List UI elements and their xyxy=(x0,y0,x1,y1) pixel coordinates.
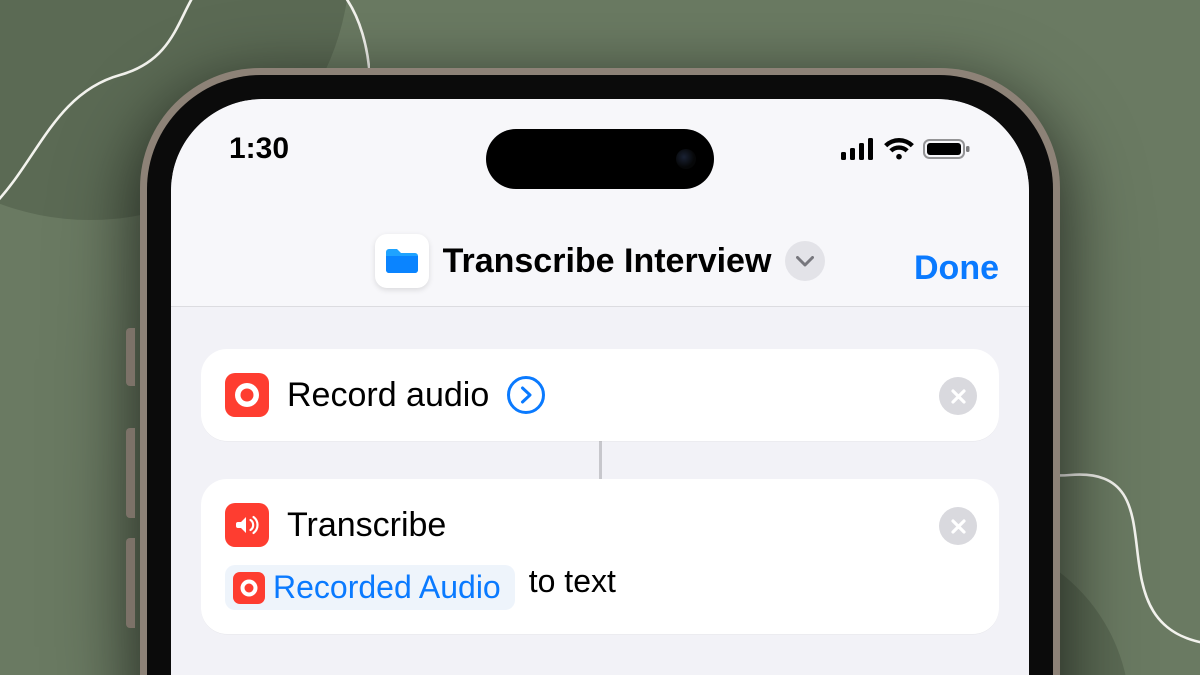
side-button xyxy=(126,328,135,386)
cellular-icon xyxy=(841,138,875,160)
delete-action-button[interactable] xyxy=(939,377,977,415)
variable-label: Recorded Audio xyxy=(273,569,501,606)
action-card-record-audio[interactable]: Record audio xyxy=(201,349,999,441)
wifi-icon xyxy=(884,138,914,160)
shortcut-title[interactable]: Transcribe Interview xyxy=(443,242,772,281)
done-button[interactable]: Done xyxy=(887,249,999,288)
status-time: 1:30 xyxy=(229,132,289,166)
phone-frame: 1:30 Transcribe Interview xyxy=(140,68,1060,675)
actions-list: Record audio Transcr xyxy=(171,311,1029,634)
title-menu-button[interactable] xyxy=(785,241,825,281)
side-button xyxy=(126,428,135,518)
phone-screen: 1:30 Transcribe Interview xyxy=(171,99,1029,675)
delete-action-button[interactable] xyxy=(939,507,977,545)
variable-chip-recorded-audio[interactable]: Recorded Audio xyxy=(225,565,515,610)
side-button xyxy=(126,538,135,628)
dynamic-island xyxy=(486,129,714,189)
folder-icon xyxy=(384,246,420,276)
action-disclosure-button[interactable] xyxy=(507,376,545,414)
battery-icon xyxy=(923,138,971,160)
chevron-right-icon xyxy=(520,386,533,404)
action-title: Transcribe xyxy=(287,506,446,545)
action-suffix-text: to text xyxy=(529,563,616,600)
close-icon xyxy=(951,519,966,534)
action-card-transcribe[interactable]: Transcribe Recorded Audio to text xyxy=(201,479,999,634)
action-connector xyxy=(599,439,602,481)
close-icon xyxy=(951,389,966,404)
chevron-down-icon xyxy=(796,256,814,267)
record-icon xyxy=(225,373,269,417)
action-title: Record audio xyxy=(287,376,489,415)
record-icon xyxy=(233,572,265,604)
shortcut-folder-icon[interactable] xyxy=(375,234,429,288)
speaker-icon xyxy=(225,503,269,547)
